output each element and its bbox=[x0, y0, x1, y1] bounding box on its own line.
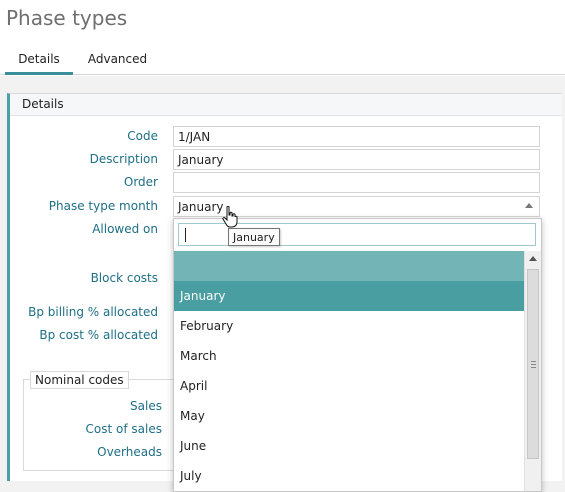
grip-line bbox=[531, 364, 536, 365]
order-label: Order bbox=[123, 175, 158, 189]
page-title: Phase types bbox=[6, 6, 128, 30]
chevron-up-icon bbox=[525, 203, 533, 208]
code-field[interactable]: 1/JAN bbox=[173, 126, 540, 147]
cost-of-sales-label: Cost of sales bbox=[85, 422, 162, 436]
bp-cost-label: Bp cost % allocated bbox=[39, 328, 158, 342]
code-label: Code bbox=[127, 129, 158, 143]
month-dropdown: January February March April May June Ju… bbox=[173, 218, 542, 492]
panel-header: Details bbox=[10, 94, 562, 116]
bp-billing-label: Bp billing % allocated bbox=[28, 305, 158, 319]
dropdown-option[interactable]: May bbox=[174, 401, 524, 431]
dropdown-options-list: January February March April May June Ju… bbox=[174, 251, 524, 491]
tab-advanced[interactable]: Advanced bbox=[80, 52, 155, 74]
dropdown-option[interactable]: July bbox=[174, 461, 524, 491]
dropdown-option[interactable]: January bbox=[174, 281, 524, 311]
dropdown-scrollbar[interactable] bbox=[524, 251, 541, 491]
dropdown-option[interactable]: March bbox=[174, 341, 524, 371]
phase-type-month-label: Phase type month bbox=[48, 199, 158, 213]
hand-cursor-icon bbox=[222, 206, 238, 228]
dropdown-option[interactable]: February bbox=[174, 311, 524, 341]
allowed-on-label: Allowed on bbox=[92, 222, 158, 236]
dropdown-option[interactable]: June bbox=[174, 431, 524, 461]
block-costs-label: Block costs bbox=[90, 271, 158, 285]
dropdown-option[interactable]: April bbox=[174, 371, 524, 401]
sales-label: Sales bbox=[130, 399, 162, 413]
description-label: Description bbox=[89, 152, 158, 166]
hover-tooltip: January bbox=[228, 228, 280, 246]
description-field[interactable]: January bbox=[173, 149, 540, 170]
dropdown-option-blank[interactable] bbox=[174, 251, 524, 281]
text-caret bbox=[185, 228, 186, 242]
phase-type-month-value: January bbox=[178, 200, 224, 214]
scroll-thumb[interactable] bbox=[527, 269, 539, 459]
nominal-codes-legend: Nominal codes bbox=[30, 371, 129, 389]
tab-details[interactable]: Details bbox=[5, 52, 73, 75]
tab-bar: Details Advanced bbox=[0, 46, 565, 75]
grip-line bbox=[531, 361, 536, 362]
order-field[interactable] bbox=[173, 172, 540, 193]
grip-line bbox=[531, 367, 536, 368]
scroll-up-arrow-icon[interactable] bbox=[529, 256, 537, 261]
overheads-label: Overheads bbox=[97, 445, 162, 459]
